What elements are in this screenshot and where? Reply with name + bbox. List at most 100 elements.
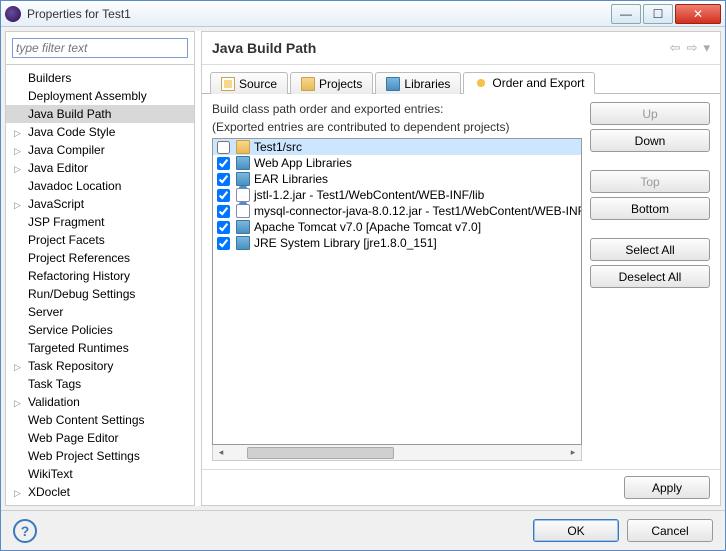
sidebar-item-xdoclet[interactable]: XDoclet: [6, 483, 194, 501]
up-button[interactable]: Up: [590, 102, 710, 125]
tab-source[interactable]: Source: [210, 72, 288, 94]
entry-icon: [236, 172, 250, 186]
sidebar-item-javascript[interactable]: JavaScript: [6, 195, 194, 213]
libraries-tab-icon: [386, 77, 400, 91]
apply-row: Apply: [202, 469, 720, 505]
top-button[interactable]: Top: [590, 170, 710, 193]
maximize-button[interactable]: ☐: [643, 4, 673, 24]
entry-label: EAR Libraries: [254, 172, 328, 186]
description-line2: (Exported entries are contributed to dep…: [212, 120, 582, 134]
category-tree[interactable]: BuildersDeployment AssemblyJava Build Pa…: [6, 64, 194, 505]
tab-label: Libraries: [404, 77, 450, 91]
source-tab-icon: [221, 77, 235, 91]
sidebar-item-java-build-path[interactable]: Java Build Path: [6, 105, 194, 123]
sidebar-item-web-project-settings[interactable]: Web Project Settings: [6, 447, 194, 465]
entry-icon: [236, 220, 250, 234]
filter-box: [12, 38, 188, 58]
entry-icon: [236, 156, 250, 170]
export-checkbox[interactable]: [217, 173, 230, 186]
order-left-column: Build class path order and exported entr…: [212, 102, 582, 461]
entry-label: mysql-connector-java-8.0.12.jar - Test1/…: [254, 204, 582, 218]
classpath-entry[interactable]: Test1/src: [213, 139, 581, 155]
sidebar-item-targeted-runtimes[interactable]: Targeted Runtimes: [6, 339, 194, 357]
ok-button[interactable]: OK: [533, 519, 619, 542]
sidebar-item-web-page-editor[interactable]: Web Page Editor: [6, 429, 194, 447]
sidebar-item-web-content-settings[interactable]: Web Content Settings: [6, 411, 194, 429]
apply-button[interactable]: Apply: [624, 476, 710, 499]
tab-projects[interactable]: Projects: [290, 72, 373, 94]
scroll-right-icon[interactable]: ▸: [565, 447, 581, 458]
entry-label: jstl-1.2.jar - Test1/WebContent/WEB-INF/…: [254, 188, 484, 202]
export-checkbox[interactable]: [217, 221, 230, 234]
export-checkbox[interactable]: [217, 141, 230, 154]
main-header: Java Build Path ⇦ ⇨ ▾: [202, 32, 720, 65]
description-line1: Build class path order and exported entr…: [212, 102, 582, 116]
sidebar-item-service-policies[interactable]: Service Policies: [6, 321, 194, 339]
classpath-entry[interactable]: mysql-connector-java-8.0.12.jar - Test1/…: [213, 203, 581, 219]
export-checkbox[interactable]: [217, 157, 230, 170]
nav-back-icon[interactable]: ⇦: [670, 40, 681, 56]
export-checkbox[interactable]: [217, 189, 230, 202]
sidebar-item-javadoc-location[interactable]: Javadoc Location: [6, 177, 194, 195]
tab-libraries[interactable]: Libraries: [375, 72, 461, 94]
main-panel: Java Build Path ⇦ ⇨ ▾ Source Projects Libr…: [201, 31, 721, 506]
cancel-button[interactable]: Cancel: [627, 519, 713, 542]
export-checkbox[interactable]: [217, 237, 230, 250]
help-icon[interactable]: ?: [13, 519, 37, 543]
sidebar-item-java-compiler[interactable]: Java Compiler: [6, 141, 194, 159]
nav-forward-icon[interactable]: ⇨: [687, 40, 698, 56]
scroll-thumb[interactable]: [247, 447, 394, 459]
page-title: Java Build Path: [212, 40, 664, 56]
sidebar-item-project-references[interactable]: Project References: [6, 249, 194, 267]
entry-icon: [236, 204, 250, 218]
window-buttons: — ☐ ✕: [609, 4, 721, 24]
sidebar-item-java-code-style[interactable]: Java Code Style: [6, 123, 194, 141]
classpath-entry[interactable]: jstl-1.2.jar - Test1/WebContent/WEB-INF/…: [213, 187, 581, 203]
tab-content: Build class path order and exported entr…: [202, 94, 720, 469]
sidebar-item-wikitext[interactable]: WikiText: [6, 465, 194, 483]
sidebar-item-refactoring-history[interactable]: Refactoring History: [6, 267, 194, 285]
tab-label: Order and Export: [492, 76, 584, 90]
sidebar-item-project-facets[interactable]: Project Facets: [6, 231, 194, 249]
titlebar[interactable]: Properties for Test1 — ☐ ✕: [1, 1, 725, 27]
down-button[interactable]: Down: [590, 129, 710, 152]
projects-tab-icon: [301, 77, 315, 91]
tab-label: Projects: [319, 77, 362, 91]
deselect-all-button[interactable]: Deselect All: [590, 265, 710, 288]
sidebar-item-deployment-assembly[interactable]: Deployment Assembly: [6, 87, 194, 105]
sidebar-item-builders[interactable]: Builders: [6, 69, 194, 87]
sidebar-item-task-repository[interactable]: Task Repository: [6, 357, 194, 375]
entry-label: JRE System Library [jre1.8.0_151]: [254, 236, 437, 250]
export-checkbox[interactable]: [217, 205, 230, 218]
order-and-export-tab-icon: [474, 76, 488, 90]
classpath-list[interactable]: Test1/srcWeb App LibrariesEAR Libraries j…: [212, 138, 582, 445]
nav-menu-icon[interactable]: ▾: [703, 40, 710, 56]
classpath-entry[interactable]: Web App Libraries: [213, 155, 581, 171]
entry-icon: [236, 140, 250, 154]
properties-dialog: Properties for Test1 — ☐ ✕ BuildersDeplo…: [0, 0, 726, 551]
bottom-button[interactable]: Bottom: [590, 197, 710, 220]
sidebar-item-validation[interactable]: Validation: [6, 393, 194, 411]
classpath-entry[interactable]: Apache Tomcat v7.0 [Apache Tomcat v7.0]: [213, 219, 581, 235]
tab-order-and-export[interactable]: Order and Export: [463, 72, 595, 94]
sidebar-item-server[interactable]: Server: [6, 303, 194, 321]
window-title: Properties for Test1: [27, 7, 609, 21]
close-button[interactable]: ✕: [675, 4, 721, 24]
entry-label: Apache Tomcat v7.0 [Apache Tomcat v7.0]: [254, 220, 481, 234]
scroll-left-icon[interactable]: ◂: [213, 447, 229, 458]
sidebar-item-java-editor[interactable]: Java Editor: [6, 159, 194, 177]
order-buttons: Up Down Top Bottom Select All Deselect A…: [590, 102, 710, 461]
sidebar-item-task-tags[interactable]: Task Tags: [6, 375, 194, 393]
sidebar-item-run-debug-settings[interactable]: Run/Debug Settings: [6, 285, 194, 303]
horizontal-scrollbar[interactable]: ◂ ▸: [212, 445, 582, 461]
dialog-top: BuildersDeployment AssemblyJava Build Pa…: [5, 31, 721, 506]
sidebar-item-jsp-fragment[interactable]: JSP Fragment: [6, 213, 194, 231]
select-all-button[interactable]: Select All: [590, 238, 710, 261]
filter-input[interactable]: [12, 38, 188, 58]
entry-label: Test1/src: [254, 140, 302, 154]
classpath-entry[interactable]: JRE System Library [jre1.8.0_151]: [213, 235, 581, 251]
entry-icon: [236, 236, 250, 250]
dialog-body: BuildersDeployment AssemblyJava Build Pa…: [5, 31, 721, 506]
classpath-entry[interactable]: EAR Libraries: [213, 171, 581, 187]
minimize-button[interactable]: —: [611, 4, 641, 24]
